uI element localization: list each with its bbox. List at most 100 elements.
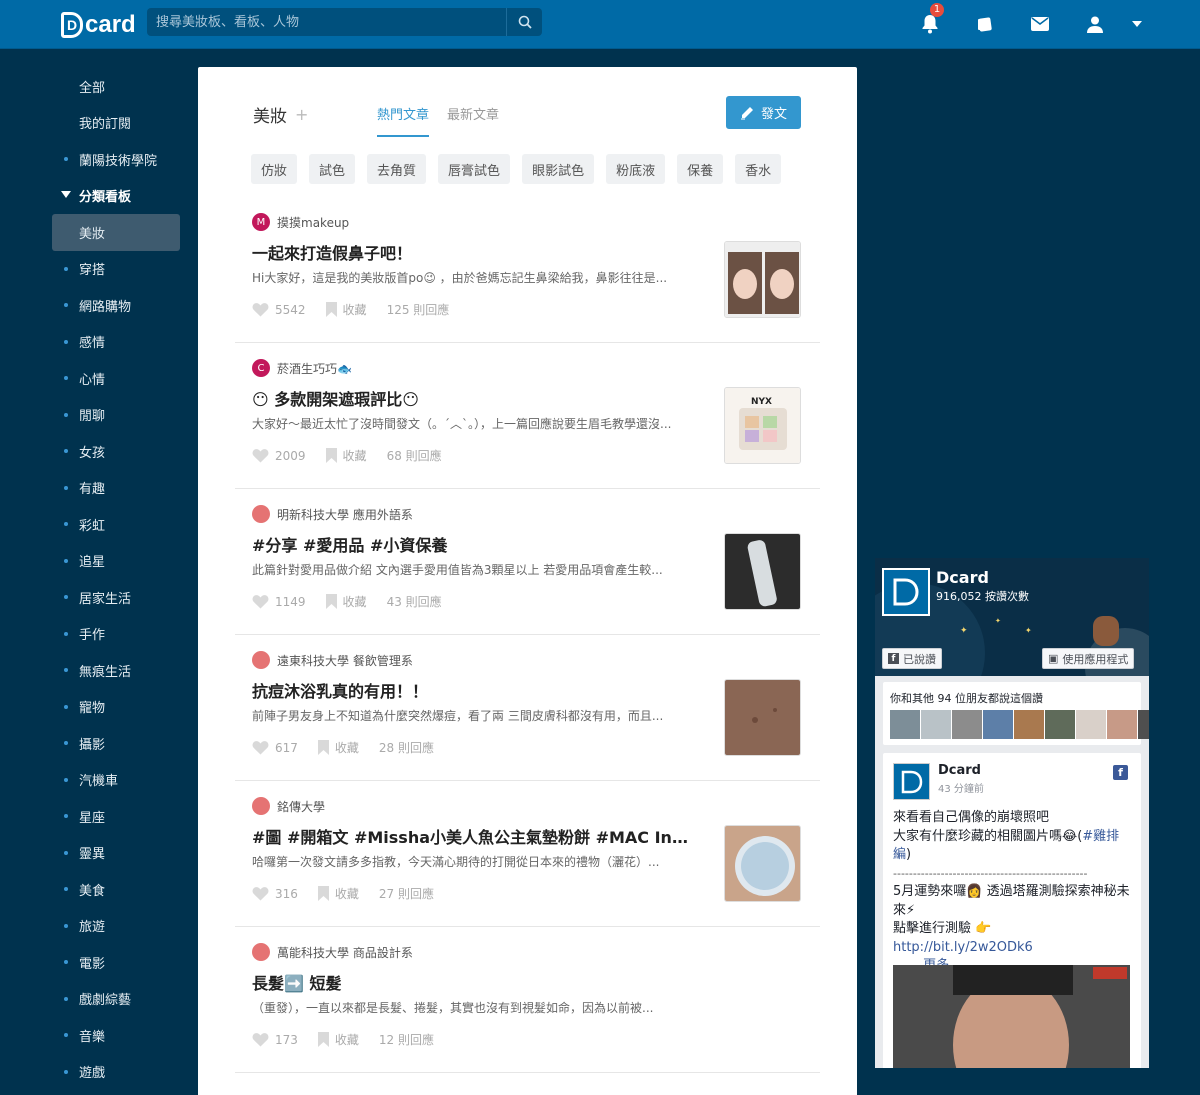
sidebar-forum-item[interactable]: 靈異: [52, 835, 180, 872]
sidebar-forum-item[interactable]: 寵物: [52, 689, 180, 726]
sidebar-forum-item[interactable]: 居家生活: [52, 579, 180, 616]
post-title[interactable]: 一起來打造假鼻子吧！: [252, 240, 692, 264]
dcard-logo[interactable]: D card: [61, 11, 136, 39]
sidebar-forum-item[interactable]: 星座: [52, 798, 180, 835]
post-item[interactable]: C 菸酒生巧巧🐟 😶 多款開架遮瑕評比😶 大家好～最近太忙了沒時間發文（。´︿`。），…: [235, 343, 820, 489]
sidebar-forum-item[interactable]: 網路購物: [52, 287, 180, 324]
heart-icon[interactable]: [252, 594, 269, 609]
fb-post-avatar[interactable]: [893, 763, 930, 800]
post-item[interactable]: 銘傳大學 #圖 #開箱文 #Missha小美人魚公主氣墊粉餅 #MAC In re…: [235, 781, 820, 927]
account-menu-button[interactable]: [1122, 12, 1152, 36]
fb-post-time[interactable]: 43 分鐘前: [938, 780, 984, 795]
topic-chip[interactable]: 仿妝: [251, 154, 298, 184]
save-label[interactable]: 收藏: [343, 447, 367, 464]
post-title[interactable]: #圖 #開箱文 #Missha小美人魚公主氣墊粉餅 #MAC In retr..…: [252, 824, 692, 848]
sidebar-item[interactable]: 蘭陽技術學院: [52, 141, 180, 178]
friend-avatar[interactable]: [1107, 710, 1137, 739]
topic-chip[interactable]: 眼影試色: [522, 154, 595, 184]
bookmark-icon[interactable]: [317, 886, 329, 901]
heart-icon[interactable]: [252, 886, 269, 901]
topic-chip[interactable]: 去角質: [367, 154, 427, 184]
sidebar-forum-item[interactable]: 旅遊: [52, 908, 180, 945]
save-label[interactable]: 收藏: [343, 593, 367, 610]
save-label[interactable]: 收藏: [343, 301, 367, 318]
fb-post-author[interactable]: Dcard: [938, 763, 981, 778]
bookmark-icon[interactable]: [325, 302, 337, 317]
messages-button[interactable]: [1012, 12, 1067, 36]
post-item[interactable]: 遠東科技大學 餐飲管理系 抗痘沐浴乳真的有用！！ 前陣子男友身上不知道為什麼突然爆痘…: [235, 635, 820, 781]
quiz-link[interactable]: http://bit.ly/2w2ODk6: [893, 940, 1033, 955]
post-item[interactable]: 萬能科技大學 商品設計系 長髮➡️ 短髮 （重發），一直以來都是長髮、捲髮，其實也沒…: [235, 927, 820, 1073]
sidebar-forum-item[interactable]: 手作: [52, 616, 180, 653]
heart-icon[interactable]: [252, 448, 269, 463]
new-post-button[interactable]: 發文: [726, 96, 801, 129]
sidebar-forum-item[interactable]: 美妝: [52, 214, 180, 251]
sidebar-item[interactable]: 我的訂閱: [52, 105, 180, 142]
friend-avatar[interactable]: [890, 710, 920, 739]
sidebar-item[interactable]: 全部: [52, 68, 180, 105]
friend-avatar[interactable]: [1138, 710, 1149, 739]
heart-icon[interactable]: [252, 302, 269, 317]
post-title[interactable]: #分享 #愛用品 #小資保養: [252, 532, 692, 556]
topic-chip[interactable]: 試色: [309, 154, 356, 184]
topic-chip[interactable]: 保養: [677, 154, 724, 184]
bookmark-icon[interactable]: [325, 448, 337, 463]
friend-avatar[interactable]: [921, 710, 951, 739]
fb-use-app-button[interactable]: ▣ 使用應用程式: [1042, 648, 1135, 669]
facebook-icon[interactable]: f: [1113, 765, 1128, 780]
friend-avatar[interactable]: [1045, 710, 1075, 739]
sidebar-forum-item[interactable]: 無痕生活: [52, 652, 180, 689]
fb-post-image[interactable]: [893, 965, 1130, 1068]
post-item[interactable]: M 摸摸makeup 一起來打造假鼻子吧！ Hi大家好，這是我的美妝版首po😉 ，由於…: [235, 197, 820, 343]
topic-chip[interactable]: 唇膏試色: [438, 154, 511, 184]
tab-popular[interactable]: 熱門文章: [377, 104, 430, 137]
sidebar-forum-item[interactable]: 穿搭: [52, 251, 180, 288]
save-label[interactable]: 收藏: [335, 885, 359, 902]
fb-page-name[interactable]: Dcard: [936, 568, 989, 587]
topic-chip[interactable]: 粉底液: [606, 154, 666, 184]
svg-text:✦: ✦: [960, 626, 968, 636]
follow-forum-button[interactable]: +: [295, 105, 308, 124]
sidebar-item-label: 女孩: [79, 445, 106, 461]
bookmark-icon[interactable]: [317, 740, 329, 755]
sidebar-forum-item[interactable]: 追星: [52, 543, 180, 580]
friend-avatar[interactable]: [1076, 710, 1106, 739]
search-button[interactable]: [506, 8, 542, 36]
bookmark-icon[interactable]: [325, 594, 337, 609]
sidebar-forum-item[interactable]: 音樂: [52, 1017, 180, 1054]
post-title[interactable]: 抗痘沐浴乳真的有用！！: [252, 678, 692, 702]
cards-button[interactable]: [957, 12, 1012, 36]
sidebar-forum-item[interactable]: 閒聊: [52, 397, 180, 434]
sidebar-forum-item[interactable]: 遊戲: [52, 1054, 180, 1091]
fb-liked-button[interactable]: f 已說讚: [882, 648, 942, 669]
sidebar-forum-item[interactable]: 攝影: [52, 725, 180, 762]
profile-button[interactable]: [1067, 12, 1122, 36]
friend-avatar[interactable]: [983, 710, 1013, 739]
save-label[interactable]: 收藏: [335, 739, 359, 756]
search-input[interactable]: [147, 8, 506, 36]
heart-icon[interactable]: [252, 740, 269, 755]
post-title[interactable]: 😶 多款開架遮瑕評比😶: [252, 386, 692, 410]
post-title[interactable]: 長髮➡️ 短髮: [252, 970, 692, 994]
bookmark-icon[interactable]: [317, 1032, 329, 1047]
friend-avatar[interactable]: [1014, 710, 1044, 739]
sidebar-forum-item[interactable]: 感情: [52, 324, 180, 361]
post-item[interactable]: 明新科技大學 應用外語系 #分享 #愛用品 #小資保養 此篇針對愛用品做介紹 文內選…: [235, 489, 820, 635]
fb-page-logo[interactable]: [882, 568, 930, 616]
sidebar-forum-item[interactable]: 有趣: [52, 470, 180, 507]
sidebar-forum-item[interactable]: 電影: [52, 944, 180, 981]
sidebar-forum-item[interactable]: 汽機車: [52, 762, 180, 799]
save-label[interactable]: 收藏: [335, 1031, 359, 1048]
sidebar-forum-item[interactable]: 彩虹: [52, 506, 180, 543]
topic-chip[interactable]: 香水: [735, 154, 782, 184]
sidebar-forum-item[interactable]: 女孩: [52, 433, 180, 470]
sidebar-forum-item[interactable]: 美食: [52, 871, 180, 908]
heart-icon[interactable]: [252, 1032, 269, 1047]
sidebar-section-header[interactable]: 分類看板: [52, 178, 180, 215]
notifications-button[interactable]: 1: [902, 3, 957, 36]
tab-latest[interactable]: 最新文章: [447, 104, 499, 137]
sidebar-forum-item[interactable]: 戲劇綜藝: [52, 981, 180, 1018]
sidebar-forum-item[interactable]: 心情: [52, 360, 180, 397]
friend-avatar[interactable]: [952, 710, 982, 739]
bullet-dot-icon: [64, 741, 68, 745]
